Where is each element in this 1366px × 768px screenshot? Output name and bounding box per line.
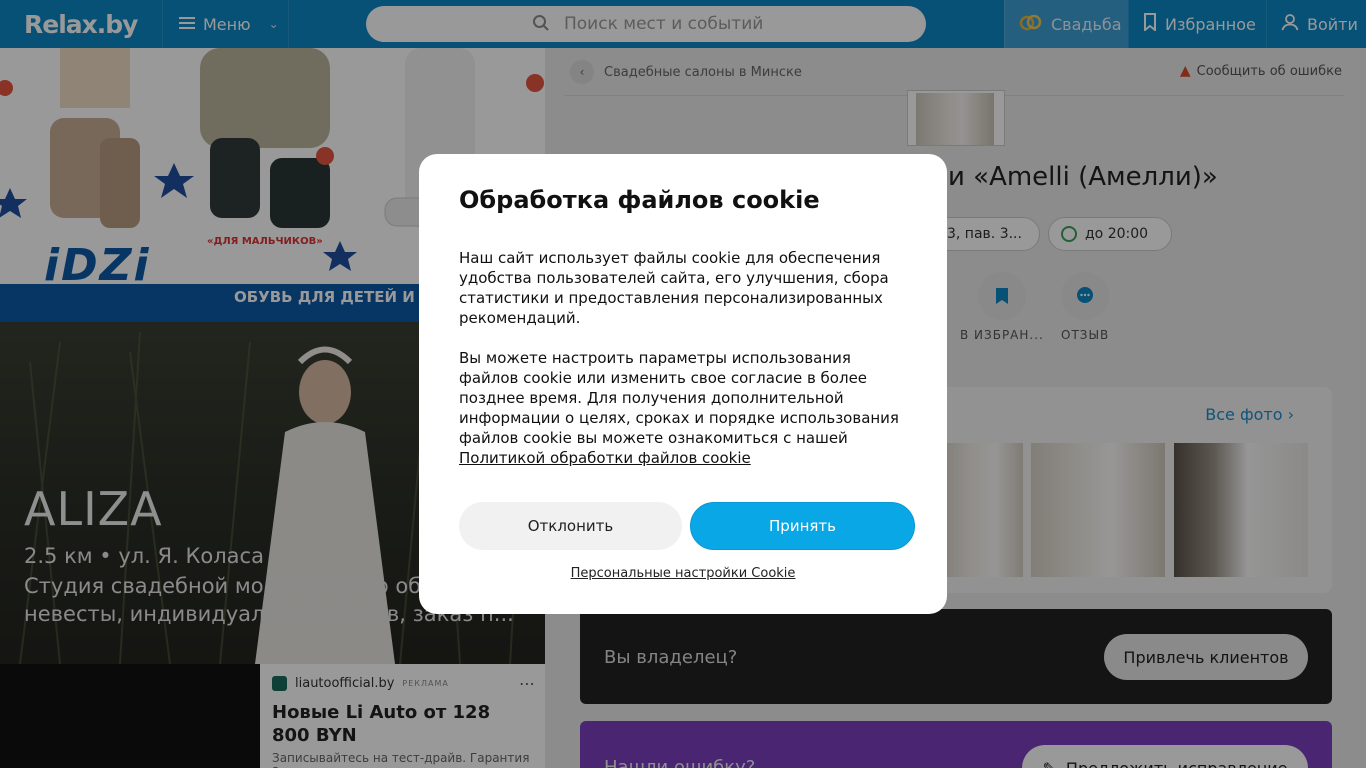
cookie-consent-dialog: Обработка файлов cookie Наш сайт использ… <box>419 154 947 614</box>
cookie-paragraph-1: Наш сайт использует файлы cookie для обе… <box>459 249 889 327</box>
cookie-buttons: Отклонить Принять <box>459 502 915 550</box>
cookie-settings-link[interactable]: Персональные настройки Cookie <box>419 566 947 581</box>
cookie-policy-link[interactable]: Политикой обработки файлов cookie <box>459 449 751 467</box>
cookie-paragraph-2: Вы можете настроить параметры использова… <box>459 348 907 468</box>
accept-button[interactable]: Принять <box>690 502 915 550</box>
decline-button[interactable]: Отклонить <box>459 502 682 550</box>
cookie-paragraph-2-text: Вы можете настроить параметры использова… <box>459 349 899 447</box>
cookie-title: Обработка файлов cookie <box>459 186 820 214</box>
